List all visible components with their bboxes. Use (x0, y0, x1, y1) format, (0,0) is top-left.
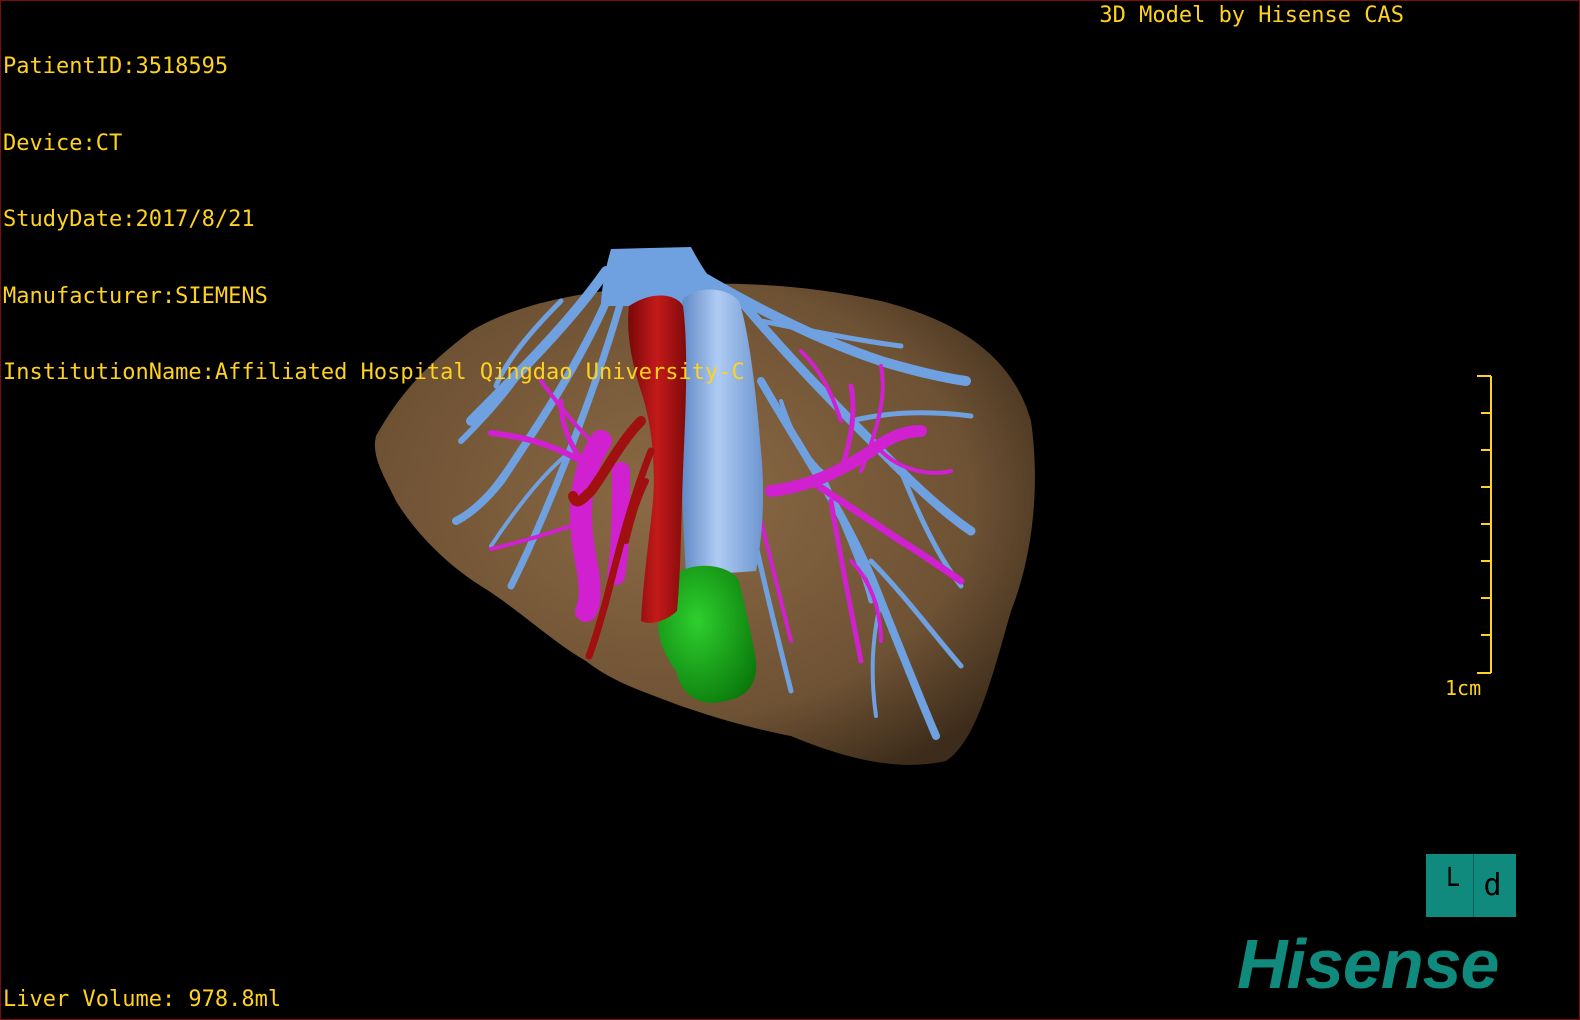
orientation-divider (1472, 854, 1474, 917)
manufacturer: Manufacturer:SIEMENS (3, 283, 268, 309)
liver-volume: Liver Volume: 978.8ml (3, 986, 282, 1012)
model-credit: 3D Model by Hisense CAS (1099, 3, 1404, 28)
orientation-left-face[interactable]: └ (1440, 870, 1458, 901)
study-date: StudyDate:2017/8/21 (3, 207, 255, 232)
institution-name: InstitutionName:Affiliated Hospital Qing… (3, 360, 745, 385)
3d-viewport[interactable]: PatientID:3518595 Device:CT StudyDate:20… (0, 0, 1580, 1020)
orientation-cube[interactable]: └ d (1426, 854, 1516, 917)
hisense-logo: Hisense (1237, 925, 1499, 1003)
patient-id: PatientID:3518595 (3, 54, 229, 79)
study-info-overlay: PatientID:3518595 Device:CT StudyDate:20… (3, 3, 745, 437)
device: Device:CT (3, 130, 123, 156)
scale-label: 1cm (1445, 676, 1482, 700)
scale-bar (1477, 375, 1492, 674)
orientation-right-face[interactable]: d (1484, 870, 1502, 901)
